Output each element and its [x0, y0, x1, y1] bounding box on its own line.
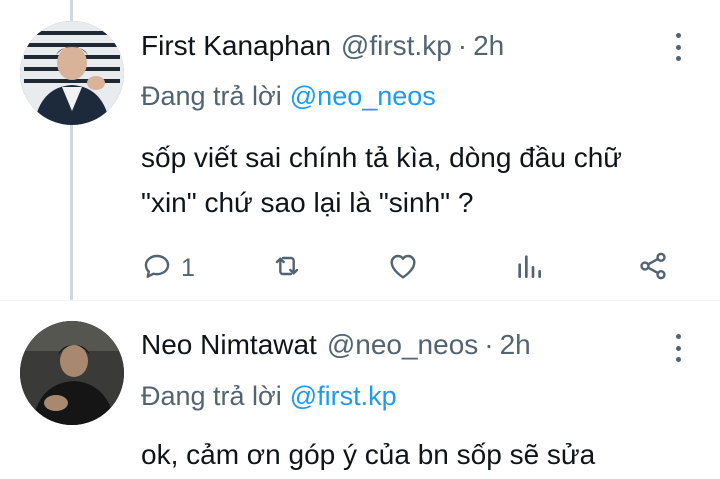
author-name[interactable]: Neo Nimtawat [141, 325, 317, 365]
tweet-text-line: sốp viết sai chính tả kìa, dòng đầu chữ [141, 142, 623, 173]
separator-dot: · [484, 329, 494, 360]
more-icon[interactable] [672, 33, 684, 61]
tweet-text: ok, cảm ơn góp ý của bn sốp sẽ sửa [141, 432, 701, 477]
tweet[interactable]: First Kanaphan @first.kp · 2h Đang trả l… [0, 0, 720, 300]
replying-to: Đang trả lời @neo_neos [141, 76, 436, 116]
author-handle[interactable]: @neo_neos [327, 325, 478, 365]
tweet[interactable]: Neo Nimtawat @neo_neos · 2h Đang trả lời… [0, 300, 720, 479]
share-button[interactable] [637, 246, 669, 290]
avatar[interactable] [20, 21, 124, 125]
retweet-button[interactable] [271, 246, 303, 290]
views-icon [513, 250, 545, 287]
action-bar: 1 [141, 246, 701, 290]
timestamp[interactable]: 2h [473, 26, 504, 66]
more-icon[interactable] [672, 334, 684, 362]
separator-dot: · [457, 30, 468, 61]
reply-button[interactable]: 1 [141, 246, 195, 290]
replying-to-label: Đang trả lời [141, 81, 282, 111]
replying-to-mention[interactable]: @first.kp [290, 381, 397, 411]
tweet-text-line: ok, cảm ơn góp ý của bn sốp sẽ sửa [141, 439, 596, 470]
replying-to-mention[interactable]: @neo_neos [290, 81, 436, 111]
tweet-header: First Kanaphan @first.kp · 2h [141, 26, 504, 66]
reply-icon [141, 250, 173, 287]
tweet-header: Neo Nimtawat @neo_neos · 2h [141, 325, 531, 365]
views-button[interactable] [513, 246, 545, 290]
avatar[interactable] [20, 321, 124, 425]
author-name[interactable]: First Kanaphan [141, 26, 331, 66]
tweet-text: sốp viết sai chính tả kìa, dòng đầu chữ … [141, 135, 701, 225]
replying-to-label: Đang trả lời [141, 381, 282, 411]
like-icon [387, 250, 419, 287]
share-icon [637, 250, 669, 287]
retweet-icon [271, 250, 303, 287]
tweet-text-line: "xin" chứ sao lại là "sinh" ? [141, 187, 474, 218]
timestamp[interactable]: 2h [500, 325, 531, 365]
author-handle[interactable]: @first.kp [341, 26, 452, 66]
reply-count: 1 [181, 253, 195, 282]
replying-to: Đang trả lời @first.kp [141, 376, 397, 416]
like-button[interactable] [387, 246, 419, 290]
